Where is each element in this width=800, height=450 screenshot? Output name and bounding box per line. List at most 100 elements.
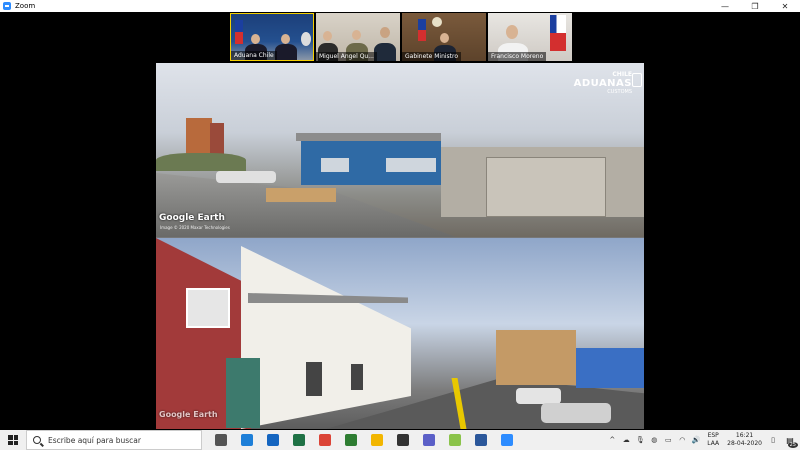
paint-icon xyxy=(449,434,461,446)
taskbar-app-maps[interactable] xyxy=(338,430,364,450)
microphone-icon[interactable]: 🎙 xyxy=(634,434,646,446)
explorer-icon xyxy=(371,434,383,446)
participant-head xyxy=(440,33,449,43)
taskbar-app-mail[interactable] xyxy=(260,430,286,450)
search-placeholder: Escribe aquí para buscar xyxy=(48,435,141,445)
taskbar-app-task-view[interactable] xyxy=(208,430,234,450)
street-view-bottom: Google Earth xyxy=(156,238,644,429)
participant-tile[interactable]: Gabinete Ministro xyxy=(402,13,486,61)
language-code: ESP xyxy=(707,432,719,439)
sidewalk-block xyxy=(266,188,336,202)
google-earth-credit: Image © 2020 Maxar Technologies xyxy=(160,225,230,230)
taskbar-search-box[interactable]: Escribe aquí para buscar xyxy=(26,430,202,450)
google-earth-watermark: Google Earth xyxy=(159,410,218,419)
car xyxy=(216,171,276,183)
logo-sub: CUSTOMS xyxy=(607,89,632,95)
excel-icon xyxy=(293,434,305,446)
google-earth-watermark: Google Earth xyxy=(159,213,225,223)
participant-tile[interactable]: Francisco Moreno xyxy=(488,13,572,61)
participant-head xyxy=(323,31,332,41)
clock-time: 16:21 xyxy=(735,432,754,439)
zoom-logo-icon xyxy=(3,2,11,10)
taskbar-app-word[interactable] xyxy=(468,430,494,450)
participant-tile[interactable]: Miguel Angel Qu... xyxy=(316,13,400,61)
close-button[interactable]: ✕ xyxy=(770,0,800,12)
flag-icon xyxy=(418,19,426,41)
flag-icon xyxy=(235,20,243,44)
flag-stripe xyxy=(550,33,566,51)
taskbar-app-zoom[interactable] xyxy=(494,430,520,450)
trees xyxy=(156,153,246,171)
participant-name: Gabinete Ministro xyxy=(402,52,462,61)
edge-icon xyxy=(241,434,253,446)
battery-icon[interactable]: ▭ xyxy=(662,434,674,446)
participant-name: Aduana Chile xyxy=(231,51,277,60)
start-button[interactable] xyxy=(0,430,26,450)
window xyxy=(351,364,363,390)
taskbar-app-explorer[interactable] xyxy=(364,430,390,450)
building xyxy=(576,348,644,388)
participant-head xyxy=(506,25,518,39)
participant-tile[interactable]: Aduana Chile xyxy=(230,13,314,61)
participant-figure xyxy=(374,43,396,61)
window-titlebar: Zoom — ❐ ✕ xyxy=(0,0,800,12)
shared-screen: CHILE ADUANAS CUSTOMS Google Earth Image… xyxy=(156,63,644,429)
white-building xyxy=(241,246,411,429)
seal-icon xyxy=(432,17,442,27)
building xyxy=(496,330,576,385)
seal-icon xyxy=(301,32,311,46)
participant-name: Francisco Moreno xyxy=(488,52,547,61)
logo-name: ADUANAS xyxy=(573,78,632,89)
aduanas-logo: CHILE ADUANAS CUSTOMS xyxy=(573,71,642,95)
participant-head xyxy=(352,30,361,40)
window-title: Zoom xyxy=(15,2,36,10)
roof xyxy=(296,133,441,141)
car xyxy=(541,403,611,423)
gate xyxy=(486,157,606,217)
aduanas-seal-icon xyxy=(632,73,642,87)
mail-icon xyxy=(267,434,279,446)
windows-taskbar: Escribe aquí para buscar ^ ☁ 🎙 ◍ ▭ ◠ 🔊 E… xyxy=(0,430,800,450)
taskbar-app-chrome[interactable] xyxy=(312,430,338,450)
logo-country: CHILE xyxy=(612,71,632,78)
participant-name: Miguel Angel Qu... xyxy=(316,52,377,61)
window xyxy=(186,288,230,328)
system-tray: ^ ☁ 🎙 ◍ ▭ ◠ 🔊 ESP LAA 16:21 28-04-2020 ▯… xyxy=(605,430,800,450)
taskbar-clock[interactable]: 16:21 28-04-2020 xyxy=(727,432,762,448)
chrome-icon xyxy=(319,434,331,446)
location-icon[interactable]: ◍ xyxy=(648,434,660,446)
street-view-top: CHILE ADUANAS CUSTOMS Google Earth Image… xyxy=(156,63,644,237)
participant-head xyxy=(380,27,390,38)
taskbar-app-excel[interactable] xyxy=(286,430,312,450)
people-icon[interactable]: ▯ xyxy=(767,434,779,446)
pinned-apps xyxy=(208,430,520,450)
window xyxy=(306,362,322,396)
participant-head xyxy=(281,34,290,44)
window xyxy=(321,158,349,172)
word-icon xyxy=(475,434,487,446)
maximize-button[interactable]: ❐ xyxy=(740,0,770,12)
participant-figure xyxy=(275,44,297,60)
participant-video-strip: Aduana Chile Miguel Angel Qu... Gabinete… xyxy=(230,13,572,61)
taskbar-app-paint[interactable] xyxy=(442,430,468,450)
keyboard-layout: LAA xyxy=(707,440,720,447)
wifi-icon[interactable]: ◠ xyxy=(676,434,688,446)
chevron-up-icon[interactable]: ^ xyxy=(606,434,618,446)
windows-logo-icon xyxy=(8,435,18,445)
window xyxy=(386,158,436,172)
building xyxy=(186,118,212,158)
cloud-icon[interactable]: ☁ xyxy=(620,434,632,446)
teams-icon xyxy=(423,434,435,446)
zoom-icon xyxy=(501,434,513,446)
volume-icon[interactable]: 🔊 xyxy=(690,434,702,446)
car xyxy=(516,388,561,404)
maps-icon xyxy=(345,434,357,446)
notification-center-button[interactable]: ▤ 25 xyxy=(780,430,800,450)
store-icon xyxy=(397,434,409,446)
taskbar-app-teams[interactable] xyxy=(416,430,442,450)
minimize-button[interactable]: — xyxy=(710,0,740,12)
language-indicator[interactable]: ESP LAA xyxy=(707,432,719,448)
taskbar-app-edge[interactable] xyxy=(234,430,260,450)
notification-count: 25 xyxy=(787,442,798,448)
taskbar-app-store[interactable] xyxy=(390,430,416,450)
